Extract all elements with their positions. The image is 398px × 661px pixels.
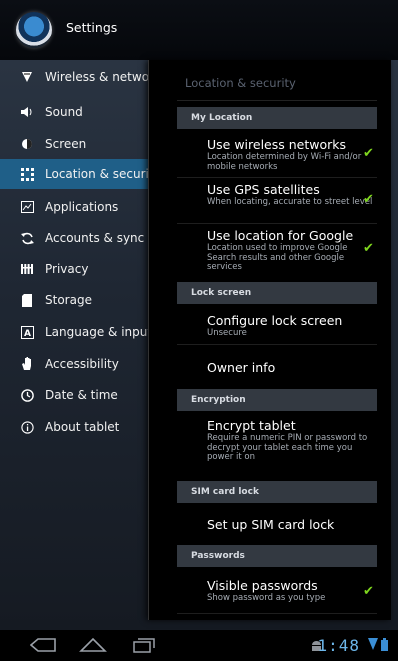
divider [177, 344, 377, 345]
divider [177, 613, 377, 614]
storage-icon [19, 292, 35, 308]
sidebar-item-label: Accessibility [45, 357, 119, 371]
category-passwords: Passwords [177, 545, 377, 567]
pref-title: Set up SIM card lock [207, 517, 335, 532]
settings-detail-panel: Location & security My Location Use wire… [148, 60, 391, 620]
status-icons [368, 638, 388, 651]
location-grid-icon [19, 166, 35, 182]
category-encryption: Encryption [177, 389, 377, 411]
speaker-icon [19, 104, 35, 120]
sidebar-item-language-input[interactable]: A Language & input [0, 317, 148, 347]
pref-summary: When locating, accurate to street level [207, 197, 373, 207]
pref-use-gps-satellites[interactable]: Use GPS satellites When locating, accura… [207, 182, 375, 208]
sidebar-item-location-security[interactable]: Location & security [0, 159, 148, 189]
sidebar-item-label: About tablet [45, 420, 120, 434]
language-icon: A [19, 324, 35, 340]
sidebar-item-label: Accounts & sync [45, 231, 145, 245]
pref-summary: Location used to improve Google Search r… [207, 243, 348, 272]
sidebar-item-wireless[interactable]: Wireless & networks [0, 62, 148, 92]
sidebar-item-storage[interactable]: Storage [0, 285, 148, 315]
divider [177, 177, 377, 178]
sidebar-item-label: Applications [45, 200, 119, 214]
pref-title: Owner info [207, 360, 276, 375]
title-bar: Settings [0, 0, 398, 60]
sidebar-item-about-tablet[interactable]: About tablet [0, 412, 148, 442]
gps-checkbox[interactable]: ✔ [363, 193, 375, 206]
pref-title: Visible passwords [207, 578, 318, 593]
sidebar: Wireless & networks Sound Screen Locatio… [0, 60, 148, 630]
info-icon [19, 419, 35, 435]
pref-title: Use location for Google [207, 228, 354, 243]
pref-set-up-sim-card-lock[interactable]: Set up SIM card lock [207, 517, 375, 532]
brightness-icon [19, 136, 35, 152]
sidebar-item-sound[interactable]: Sound [0, 97, 148, 127]
pref-title: Encrypt tablet [207, 418, 296, 433]
pref-summary: Location determined by Wi-Fi and/or mobi… [207, 152, 362, 172]
app-title: Settings [66, 20, 118, 35]
privacy-icon [19, 261, 35, 277]
hand-icon [19, 356, 35, 372]
sidebar-item-label: Location & security [45, 167, 148, 181]
pref-visible-passwords[interactable]: Visible passwords Show password as you t… [207, 578, 375, 604]
sidebar-item-label: Language & input [45, 325, 148, 339]
sidebar-item-date-time[interactable]: Date & time [0, 380, 148, 410]
sidebar-item-accessibility[interactable]: Accessibility [0, 349, 148, 379]
pref-summary: Require a numeric PIN or password to dec… [207, 433, 368, 462]
google-location-checkbox[interactable]: ✔ [363, 242, 375, 255]
pref-summary: Show password as you type [207, 593, 326, 603]
pref-encrypt-tablet[interactable]: Encrypt tablet Require a numeric PIN or … [207, 418, 375, 463]
sidebar-item-label: Date & time [45, 388, 118, 402]
sidebar-item-screen[interactable]: Screen [0, 129, 148, 159]
pref-configure-lock-screen[interactable]: Configure lock screen Unsecure [207, 313, 375, 339]
back-button[interactable] [28, 634, 58, 656]
main-area: Wireless & networks Sound Screen Locatio… [0, 60, 398, 630]
applications-icon [19, 199, 35, 215]
sidebar-item-label: Screen [45, 137, 87, 151]
sidebar-item-label: Storage [45, 293, 92, 307]
wifi-icon [19, 69, 35, 85]
sidebar-item-privacy[interactable]: Privacy [0, 254, 148, 284]
pref-title: Configure lock screen [207, 313, 343, 328]
recent-apps-button[interactable] [130, 634, 158, 656]
sidebar-item-label: Privacy [45, 262, 89, 276]
sidebar-item-label: Wireless & networks [45, 70, 148, 84]
svg-text:A: A [24, 329, 31, 339]
category-sim-card-lock: SIM card lock [177, 481, 377, 503]
pref-title: Use GPS satellites [207, 182, 320, 197]
panel-title: Location & security [185, 76, 296, 90]
pref-use-wireless-networks[interactable]: Use wireless networks Location determine… [207, 137, 375, 172]
category-lock-screen: Lock screen [177, 282, 377, 304]
settings-app-icon[interactable] [16, 12, 52, 48]
divider [177, 223, 377, 224]
divider [177, 100, 377, 101]
status-clock: 1:48 [317, 636, 360, 655]
system-bar: 1:48 [0, 630, 398, 661]
category-my-location: My Location [177, 107, 377, 129]
sidebar-item-applications[interactable]: Applications [0, 192, 148, 222]
pref-owner-info[interactable]: Owner info [207, 360, 375, 375]
pref-title: Use wireless networks [207, 137, 347, 152]
sidebar-item-label: Sound [45, 105, 83, 119]
sync-icon [19, 230, 35, 246]
home-button[interactable] [78, 634, 108, 656]
battery-icon [381, 638, 388, 651]
visible-passwords-checkbox[interactable]: ✔ [363, 585, 375, 598]
signal-icon [368, 638, 378, 650]
sidebar-item-accounts-sync[interactable]: Accounts & sync [0, 223, 148, 253]
pref-summary: Unsecure [207, 328, 247, 338]
wireless-checkbox[interactable]: ✔ [363, 147, 375, 160]
clock-icon [19, 387, 35, 403]
pref-use-location-for-google[interactable]: Use location for Google Location used to… [207, 228, 375, 273]
